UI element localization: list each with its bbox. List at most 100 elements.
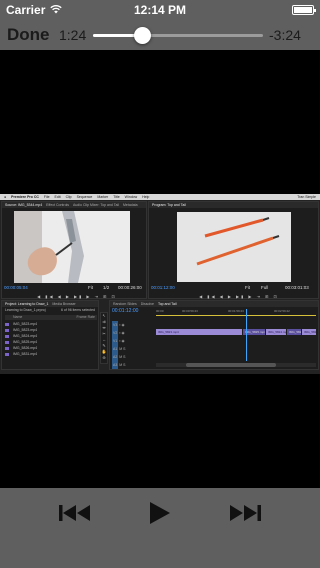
mac-menu-bar: ● Premiere Pro CC File Edit Clip Sequenc… <box>0 194 320 200</box>
progress-slider[interactable] <box>93 27 263 44</box>
timeline-tabs: Random Slides Dissolve Top and Tail <box>110 301 318 307</box>
clip-icon <box>5 346 9 350</box>
source-monitor-panel: Source: IMG_5344.mp4 Effect Controls Aud… <box>1 201 147 299</box>
program-video-image <box>177 212 291 282</box>
source-timecode: 00:00:05:04 <box>4 285 28 290</box>
drawing-hand-image <box>14 211 130 283</box>
project-item[interactable]: IMG_5824.mp4 <box>5 334 93 339</box>
track-label: V3 <box>112 321 119 329</box>
zoom-tool-icon[interactable]: ⊕ <box>102 355 105 360</box>
program-monitor-tabs: Program: Top and Tail <box>149 202 318 208</box>
battery-icon <box>292 5 316 15</box>
tab-dissolve: Dissolve <box>140 302 154 306</box>
source-fit[interactable]: Fit <box>88 285 93 290</box>
next-track-icon[interactable] <box>228 500 262 526</box>
clip-icon <box>5 340 9 344</box>
timeline-scrollbar[interactable] <box>156 363 316 367</box>
tab-project: Project: Learning to Draw_1 <box>5 302 49 306</box>
player-bottom-bar <box>0 488 320 568</box>
timeline-clip[interactable]: IMG_5826.mp4 <box>302 329 316 335</box>
project-item-label: IMG_5823.mp4 <box>13 322 38 326</box>
clip-icon <box>5 334 9 338</box>
program-monitor-panel: Program: Top and Tail 00:01:12:00 Fit Fu… <box>148 201 319 299</box>
selection-tool-icon[interactable]: ↖ <box>102 313 105 318</box>
tab-metadata: Metadata <box>123 203 138 207</box>
menu-app-name: Premiere Pro CC <box>11 195 39 199</box>
project-item[interactable]: IMG_5826.mp4 <box>5 346 93 351</box>
source-duration: 00:00:26:00 <box>118 285 142 290</box>
menu-item: Window <box>124 195 138 199</box>
clock: 12:14 PM <box>133 3 187 17</box>
project-panel-tabs: Project: Learning to Draw_1 Media Browse… <box>2 301 98 307</box>
menu-item: Help <box>142 195 150 199</box>
track-header-a2[interactable]: A2 M S <box>112 353 154 361</box>
timeline-clip[interactable]: IMG_5825.mp4 <box>287 329 301 335</box>
program-duration: 00:03:01:03 <box>285 285 309 290</box>
ruler-label: 00:00 <box>156 309 164 313</box>
menu-item: Marker <box>97 195 109 199</box>
tab-audio-mixer: Audio Clip Mixer: Top and Tail <box>73 203 120 207</box>
done-button[interactable]: Done <box>7 25 50 45</box>
slip-tool-icon[interactable]: ↔ <box>102 337 106 342</box>
play-icon[interactable] <box>148 500 172 526</box>
tab-program: Program: Top and Tail <box>152 203 186 207</box>
tab-top-and-tail: Top and Tail <box>157 302 177 306</box>
clip-icon <box>5 322 9 326</box>
project-item-label: IMG_5826.mp4 <box>13 346 38 350</box>
source-monitor-tabs: Source: IMG_5344.mp4 Effect Controls Aud… <box>2 202 146 208</box>
timeline-scroll-thumb[interactable] <box>186 363 276 367</box>
track-header-a3[interactable]: A3 M S <box>112 361 154 369</box>
track-label: A1 <box>112 345 119 353</box>
track-select-tool-icon[interactable]: ⇉ <box>102 319 105 324</box>
razor-tool-icon[interactable]: ✂ <box>102 331 105 336</box>
player-top-bar: Done 1:24 -3:24 <box>0 20 320 50</box>
project-item-label: IMG_5831.mp4 <box>13 352 38 356</box>
tab-effect-controls: Effect Controls <box>46 203 70 207</box>
apple-icon: ● <box>4 195 7 199</box>
pen-tool-icon[interactable]: ✎ <box>102 343 105 348</box>
previous-track-icon[interactable] <box>58 500 92 526</box>
project-item[interactable]: IMG_5831.mp4 <box>5 352 93 357</box>
project-item[interactable]: IMG_5825.mp4 <box>5 340 93 345</box>
track-header-a1[interactable]: A1 M S <box>112 345 154 353</box>
ruler-label: 00:01:59:23 <box>228 309 244 313</box>
timeline-playhead[interactable] <box>246 309 247 361</box>
tab-source: Source: IMG_5344.mp4 <box>5 203 43 207</box>
timeline-panel: Random Slides Dissolve Top and Tail 00:0… <box>109 300 319 370</box>
video-frame[interactable]: ● Premiere Pro CC File Edit Clip Sequenc… <box>0 194 320 374</box>
project-item[interactable]: IMG_5823.mp4 <box>5 322 93 327</box>
menu-item: Edit <box>54 195 61 199</box>
pencils-image <box>177 212 291 282</box>
project-item[interactable]: IMG_5823.mp4 <box>5 328 93 333</box>
timeline-clip[interactable]: IMG_5824.mp4 <box>266 329 286 335</box>
track-header-v3[interactable]: V3 ▪ ◉ <box>112 321 154 329</box>
track-headers: V3 ▪ ◉ V2 ▪ ◉ V1 ▪ ◉ A1 M S A2 M S A3 M … <box>112 321 154 369</box>
track-label: A3 <box>112 361 119 369</box>
ripple-edit-tool-icon[interactable]: ⇹ <box>102 325 105 330</box>
menu-item: Clip <box>65 195 72 199</box>
program-timecode: 00:01:12:00 <box>151 285 175 290</box>
source-transport-controls[interactable]: ◀ ▮◀ ◀ ▶ ▶▮ ▶ ⇥ ⊞ ⊡ <box>22 294 132 299</box>
column-frame-rate: Frame Rate <box>76 315 95 319</box>
project-name: Learning to Draw_1.prproj <box>5 308 46 312</box>
project-item-label: IMG_5823.mp4 <box>13 328 38 332</box>
clip-icon <box>5 328 9 332</box>
status-bar: Carrier 12:14 PM <box>0 0 320 20</box>
source-ratio[interactable]: 1/2 <box>103 285 109 290</box>
track-header-v2[interactable]: V2 ▪ ◉ <box>112 329 154 337</box>
program-fit[interactable]: Fit <box>245 285 250 290</box>
hand-tool-icon[interactable]: ✋ <box>102 349 107 354</box>
program-ratio[interactable]: Full <box>261 285 268 290</box>
tab-random-slides: Random Slides <box>113 302 137 306</box>
menu-item: File <box>43 195 50 199</box>
track-header-v1[interactable]: V1 ▪ ◉ <box>112 337 154 345</box>
ruler-label: 00:00:59:23 <box>182 309 198 313</box>
progress-thumb[interactable] <box>134 27 152 44</box>
timeline-clip[interactable]: IMG_5823.mp4 <box>156 329 242 335</box>
menu-item: Title <box>113 195 120 199</box>
clip-icon <box>5 352 9 356</box>
remaining-time: -3:24 <box>269 27 301 43</box>
column-name: Name <box>13 315 23 319</box>
program-transport-controls[interactable]: ◀ ▮◀ ◀ ▶ ▶▮ ▶ ⇥ ⊞ ⊡ <box>179 294 299 299</box>
tab-media-browser: Media Browser <box>52 302 76 306</box>
